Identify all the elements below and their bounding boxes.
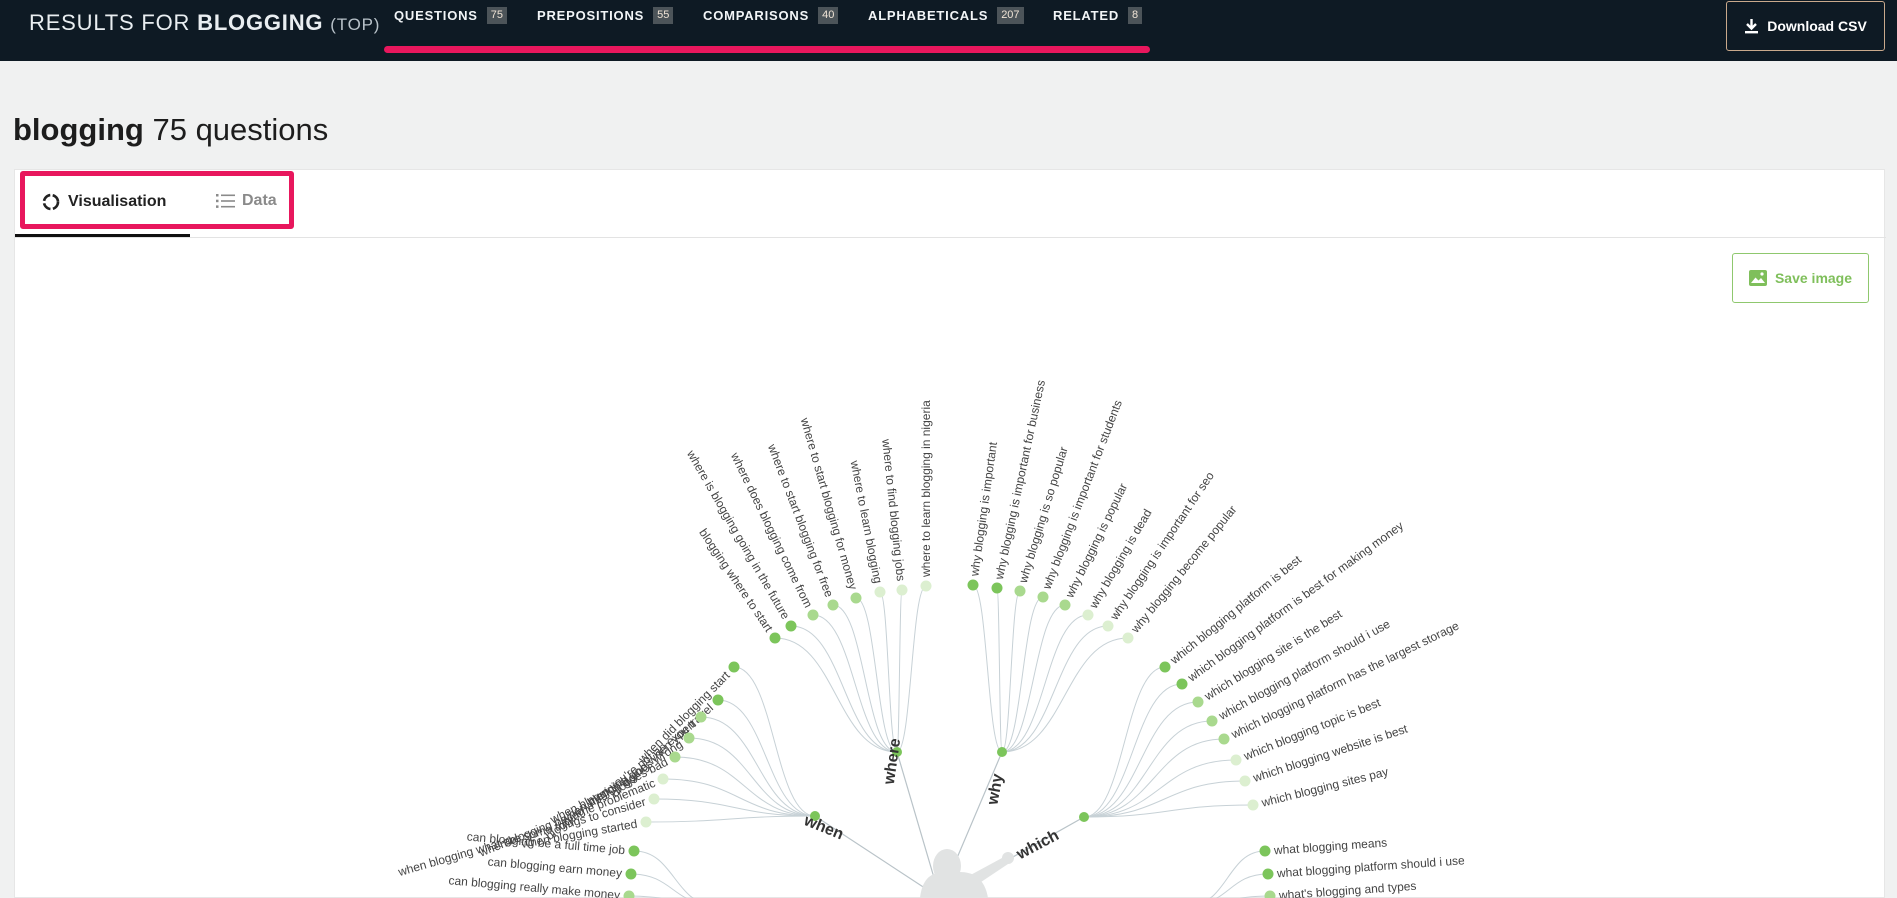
question-node[interactable] (683, 732, 695, 744)
question-node[interactable] (1264, 890, 1276, 898)
question-node[interactable] (648, 793, 660, 805)
question-node[interactable] (1059, 599, 1071, 611)
leaf-edge (812, 614, 898, 753)
question-node[interactable] (695, 711, 707, 723)
question-node[interactable] (967, 579, 979, 591)
leaf-edge (1083, 701, 1199, 818)
question-node[interactable] (769, 632, 781, 644)
question-label[interactable]: why blogging is important for business (992, 379, 1048, 582)
question-node[interactable] (1159, 661, 1171, 673)
question-node[interactable] (669, 751, 681, 763)
question-node[interactable] (1239, 775, 1251, 787)
question-node[interactable] (874, 586, 886, 598)
question-node[interactable] (827, 599, 839, 611)
question-node[interactable] (728, 661, 740, 673)
question-node[interactable] (1192, 696, 1204, 708)
leaf-edge (733, 666, 816, 817)
leaf-edge (1001, 604, 1066, 753)
leaf-edge (717, 699, 816, 817)
question-label[interactable]: what's blogging and types (1277, 879, 1416, 898)
leaf-edge (645, 815, 816, 823)
leaf-edge (1083, 759, 1237, 818)
leaf-edge (688, 737, 816, 817)
question-label[interactable]: where to find blogging jobs (879, 437, 908, 581)
question-node[interactable] (1230, 754, 1242, 766)
question-label[interactable]: what blogging platform should i use (1275, 853, 1465, 880)
leaf-edge (896, 589, 903, 753)
leaf-edge (1083, 738, 1225, 818)
leaf-edge (662, 778, 816, 817)
question-node[interactable] (850, 592, 862, 604)
leaf-edge (1083, 666, 1166, 818)
leaf-edge (832, 604, 898, 753)
question-node[interactable] (807, 609, 819, 621)
leaf-edge (896, 585, 927, 753)
question-node[interactable] (1037, 591, 1049, 603)
question-node[interactable] (1176, 678, 1188, 690)
hub-label[interactable]: why (984, 772, 1006, 807)
hub-label[interactable]: where (881, 737, 904, 786)
question-label[interactable]: can blogging earn money (487, 854, 622, 880)
question-node[interactable] (640, 816, 652, 828)
question-node[interactable] (785, 620, 797, 632)
leaf-edge (996, 587, 1003, 753)
leaf-edge (1001, 625, 1109, 753)
question-label[interactable]: why blogging is important (967, 440, 1000, 578)
question-node[interactable] (1206, 715, 1218, 727)
question-label[interactable]: where to start blogging for money (797, 415, 860, 591)
leaf-edge (1001, 614, 1089, 753)
question-node[interactable] (1122, 632, 1134, 644)
question-node[interactable] (657, 773, 669, 785)
hub-node (997, 747, 1007, 757)
leaf-edge (879, 591, 898, 753)
leaf-edge (1083, 683, 1183, 818)
question-node[interactable] (991, 582, 1003, 594)
question-node[interactable] (712, 694, 724, 706)
question-node[interactable] (1247, 799, 1259, 811)
question-node[interactable] (1262, 868, 1274, 880)
leaf-edge (790, 625, 898, 753)
leaf-edge (1001, 637, 1129, 753)
question-label[interactable]: where to learn blogging in nigeria (919, 400, 933, 578)
question-node[interactable] (1218, 733, 1230, 745)
leaf-edge (1216, 873, 1269, 898)
hub-label[interactable]: which (1013, 827, 1062, 864)
question-node[interactable] (1259, 845, 1271, 857)
question-node[interactable] (625, 868, 637, 880)
question-node[interactable] (1014, 585, 1026, 597)
leaf-edge (855, 597, 898, 753)
leaf-edge (774, 637, 898, 753)
leaf-edge (972, 584, 1003, 753)
question-node[interactable] (628, 845, 640, 857)
hub-label[interactable]: when (801, 812, 846, 843)
leaf-edge (1001, 596, 1044, 753)
question-node[interactable] (1102, 620, 1114, 632)
leaf-edge (630, 873, 687, 898)
leaf-edge (1001, 590, 1021, 753)
question-node[interactable] (1082, 609, 1094, 621)
question-label[interactable]: what blogging means (1272, 835, 1387, 857)
person-silhouette-icon (920, 849, 1014, 898)
hub-node (1079, 812, 1089, 822)
question-node[interactable] (896, 584, 908, 596)
question-node[interactable] (920, 580, 932, 592)
question-wheel: when did blogging startblogging when you… (396, 379, 1465, 898)
question-node[interactable] (623, 890, 635, 898)
